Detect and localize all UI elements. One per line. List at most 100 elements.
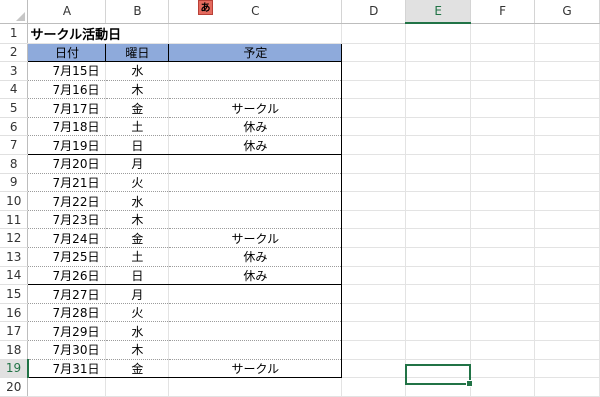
cell[interactable] — [341, 284, 407, 304]
cell[interactable] — [470, 23, 536, 44]
cell[interactable] — [470, 80, 536, 100]
cell[interactable] — [341, 210, 407, 230]
cell[interactable] — [405, 43, 472, 63]
cell[interactable] — [534, 61, 600, 81]
column-header-b[interactable]: B — [105, 0, 170, 24]
cell[interactable] — [534, 359, 600, 379]
row-header[interactable]: 12 — [0, 228, 29, 249]
row-header[interactable]: 6 — [0, 117, 29, 137]
cell[interactable] — [470, 154, 536, 174]
weekday-cell[interactable]: 木 — [105, 210, 170, 230]
cell[interactable] — [534, 173, 600, 193]
date-cell[interactable]: 7月15日 — [27, 61, 107, 81]
cell[interactable] — [534, 247, 600, 267]
date-cell[interactable]: 7月16日 — [27, 80, 107, 100]
plan-cell[interactable] — [168, 321, 343, 341]
weekday-cell[interactable]: 日 — [105, 266, 170, 286]
cell[interactable] — [534, 80, 600, 100]
cell[interactable] — [405, 210, 472, 230]
plan-cell[interactable] — [168, 154, 343, 174]
weekday-cell[interactable]: 木 — [105, 80, 170, 100]
cell[interactable] — [534, 210, 600, 230]
weekday-cell[interactable]: 金 — [105, 228, 170, 249]
date-cell[interactable]: 7月24日 — [27, 228, 107, 249]
cell[interactable] — [534, 321, 600, 341]
weekday-cell[interactable]: 月 — [105, 284, 170, 304]
cell[interactable] — [405, 154, 472, 174]
cell[interactable] — [341, 340, 407, 360]
cell[interactable] — [534, 154, 600, 174]
weekday-cell[interactable]: 木 — [105, 340, 170, 360]
plan-cell[interactable]: 休み — [168, 266, 343, 286]
row-header[interactable]: 5 — [0, 98, 29, 118]
row-header[interactable]: 11 — [0, 210, 29, 230]
date-cell[interactable]: 7月17日 — [27, 98, 107, 118]
cell[interactable] — [470, 43, 536, 63]
cell[interactable] — [27, 377, 107, 397]
cell[interactable] — [341, 135, 407, 156]
plan-cell[interactable] — [168, 340, 343, 360]
date-cell[interactable]: 7月18日 — [27, 117, 107, 137]
cell[interactable] — [405, 247, 472, 267]
select-all-corner[interactable] — [0, 0, 29, 24]
cell[interactable] — [405, 284, 472, 304]
row-header[interactable]: 2 — [0, 43, 29, 63]
cell[interactable] — [470, 210, 536, 230]
cell[interactable] — [405, 173, 472, 193]
cell[interactable] — [341, 98, 407, 118]
cell[interactable] — [405, 117, 472, 137]
weekday-cell[interactable]: 水 — [105, 191, 170, 211]
cell[interactable] — [341, 377, 407, 397]
cell[interactable] — [470, 266, 536, 286]
weekday-cell[interactable]: 水 — [105, 61, 170, 81]
date-cell[interactable]: 7月27日 — [27, 284, 107, 304]
cell[interactable] — [405, 191, 472, 211]
cell[interactable] — [470, 61, 536, 81]
cell[interactable] — [168, 23, 343, 44]
row-header[interactable]: 17 — [0, 321, 29, 341]
cell[interactable] — [470, 321, 536, 341]
cell[interactable] — [341, 117, 407, 137]
header-cell-day[interactable]: 曜日 — [105, 42, 170, 63]
plan-cell[interactable]: サークル — [168, 359, 343, 379]
row-header[interactable]: 4 — [0, 80, 29, 100]
sheet-title-cell[interactable]: サークル活動日 — [27, 23, 170, 44]
cell[interactable] — [534, 135, 600, 156]
cell[interactable] — [341, 228, 407, 249]
row-header[interactable]: 7 — [0, 135, 29, 156]
weekday-cell[interactable]: 水 — [105, 321, 170, 341]
cell[interactable] — [534, 98, 600, 118]
column-header-g[interactable]: G — [534, 0, 600, 24]
date-cell[interactable]: 7月30日 — [27, 340, 107, 360]
cell[interactable] — [105, 377, 170, 397]
date-cell[interactable]: 7月21日 — [27, 173, 107, 193]
cell[interactable] — [341, 154, 407, 174]
date-cell[interactable]: 7月31日 — [27, 359, 107, 379]
cell[interactable] — [534, 228, 600, 249]
weekday-cell[interactable]: 金 — [105, 98, 170, 118]
cell[interactable] — [341, 80, 407, 100]
cell[interactable] — [470, 340, 536, 360]
cell[interactable] — [534, 284, 600, 304]
plan-cell[interactable]: 休み — [168, 247, 343, 267]
date-cell[interactable]: 7月23日 — [27, 210, 107, 230]
row-header[interactable]: 19 — [0, 359, 29, 379]
date-cell[interactable]: 7月19日 — [27, 135, 107, 156]
plan-cell[interactable] — [168, 80, 343, 100]
cell[interactable] — [470, 303, 536, 323]
cell[interactable] — [470, 228, 536, 249]
row-header[interactable]: 13 — [0, 247, 29, 267]
cell[interactable] — [341, 191, 407, 211]
plan-cell[interactable]: 休み — [168, 117, 343, 137]
cell[interactable] — [470, 191, 536, 211]
plan-cell[interactable]: サークル — [168, 228, 343, 249]
weekday-cell[interactable]: 土 — [105, 247, 170, 267]
cell[interactable] — [341, 43, 407, 63]
cell[interactable] — [341, 359, 407, 379]
cell[interactable] — [534, 377, 600, 397]
column-header-e[interactable]: E — [405, 0, 472, 24]
date-cell[interactable]: 7月28日 — [27, 303, 107, 323]
plan-cell[interactable] — [168, 284, 343, 304]
cell[interactable] — [534, 23, 600, 44]
row-header[interactable]: 20 — [0, 377, 29, 397]
